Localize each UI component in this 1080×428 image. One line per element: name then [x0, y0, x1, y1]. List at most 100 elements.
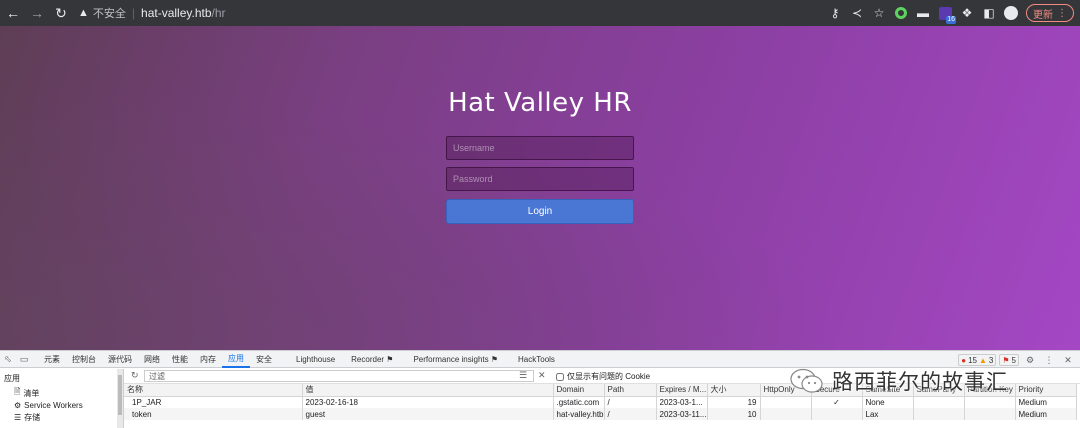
tab-hacktools[interactable]: HackTools [512, 351, 561, 368]
only-issues-label: 仅显示有问题的 Cookie [567, 372, 651, 381]
column-header[interactable]: Priority [1015, 384, 1077, 397]
inspect-element-icon[interactable]: ⬁ [0, 351, 16, 367]
key-icon[interactable]: ⚷ [824, 2, 846, 24]
errors-counter[interactable]: ● 15 ▲ 3 [958, 354, 997, 366]
flask-icon: ⚑ [386, 354, 394, 364]
tab-performance-insights[interactable]: Performance insights ⚑ [407, 351, 504, 368]
tab-network[interactable]: 网络 [138, 351, 166, 368]
cookie-secure [811, 408, 863, 420]
url-path: /hr [211, 6, 226, 20]
tab-performance[interactable]: 性能 [166, 351, 194, 368]
sidebar-item-label: Service Workers [24, 400, 83, 410]
device-toolbar-icon[interactable]: ▭ [16, 351, 32, 367]
puzzle-extensions-icon[interactable]: ❖ [956, 2, 978, 24]
issues-counter[interactable]: ⚑ 5 [999, 354, 1019, 366]
share-icon[interactable]: ≺ [846, 2, 868, 24]
tab-memory[interactable]: 内存 [194, 351, 222, 368]
cookie-value: guest [302, 408, 554, 420]
extension-green-ring-icon[interactable] [890, 2, 912, 24]
sidebar-item-storage[interactable]: ☰ 存储 [4, 411, 123, 423]
tab-sources[interactable]: 源代码 [102, 351, 138, 368]
cookie-httponly [760, 396, 812, 408]
clear-filtered-icon[interactable]: ☰ [519, 370, 527, 381]
url-host: hat-valley.htb [141, 6, 212, 20]
cookie-samesite: None [862, 396, 914, 408]
delete-icon[interactable]: ✕ [538, 370, 546, 381]
reload-icon[interactable]: ↻ [50, 2, 72, 24]
side-panel-icon[interactable]: ◧ [978, 2, 1000, 24]
close-devtools-icon[interactable]: ✕ [1060, 352, 1076, 368]
address-bar[interactable]: ▲ 不安全 | hat-valley.htb /hr [78, 2, 226, 24]
column-header[interactable]: 名称 [124, 384, 303, 397]
sidebar-item-label: 存储 [24, 412, 41, 422]
password-field[interactable] [446, 167, 634, 191]
cookie-value: 2023-02-16-18 [302, 396, 554, 408]
warning-icon: ▲ [78, 7, 89, 19]
settings-gear-icon[interactable]: ⚙ [1022, 352, 1038, 368]
cookie-priority: Medium [1015, 396, 1077, 408]
column-header[interactable]: Expires / M... [656, 384, 708, 397]
tab-application[interactable]: 应用 [222, 351, 250, 368]
wechat-logo-icon [790, 368, 824, 394]
database-icon: ☰ [14, 412, 22, 422]
only-issues-checkbox[interactable]: 仅显示有问题的 Cookie [556, 371, 650, 382]
column-header[interactable]: 值 [302, 384, 554, 397]
login-button[interactable]: Login [446, 199, 634, 224]
column-header[interactable]: Domain [553, 384, 605, 397]
sidebar-item-manifest[interactable]: 🗎 清单 [4, 387, 123, 399]
sidebar-scrollbar[interactable] [117, 369, 123, 428]
star-icon[interactable]: ☆ [868, 2, 890, 24]
column-header[interactable]: 大小 [707, 384, 761, 397]
cookie-expires: 2023-03-1... [656, 396, 708, 408]
tab-security[interactable]: 安全 [250, 351, 278, 368]
tab-performance-insights-label: Performance insights [413, 354, 489, 364]
only-issues-checkbox-input[interactable] [556, 372, 564, 381]
extension-mask-icon[interactable]: ▬ [912, 2, 934, 24]
document-icon: 🗎 [14, 387, 21, 396]
refresh-icon[interactable]: ↻ [131, 370, 139, 381]
gear-icon: ⚙ [14, 400, 22, 410]
more-options-icon[interactable]: ⋮ [1041, 352, 1057, 368]
table-row[interactable]: 1P_JAR 2023-02-16-18 .gstatic.com / 2023… [124, 396, 1077, 408]
page-title: Hat Valley HR [446, 88, 634, 118]
issues-count: 5 [1011, 355, 1016, 365]
cookie-partition-key [964, 396, 1016, 408]
cookie-domain: hat-valley.htb [553, 408, 605, 420]
tab-lighthouse[interactable]: Lighthouse [290, 351, 341, 368]
cookie-path: / [604, 396, 657, 408]
cookie-expires: 2023-03-11... [656, 408, 708, 420]
cookie-samesite: Lax [862, 408, 914, 420]
cookie-sameparty [913, 396, 965, 408]
filter-input[interactable] [144, 370, 534, 382]
tab-console[interactable]: 控制台 [66, 351, 102, 368]
extension-purple-icon[interactable]: 16 [934, 2, 956, 24]
warning-icon: ▲ [979, 355, 987, 365]
cookie-partition-key [964, 408, 1016, 420]
table-row[interactable]: token guest hat-valley.htb / 2023-03-11.… [124, 408, 1077, 420]
column-header[interactable]: Path [604, 384, 657, 397]
warnings-count: 3 [988, 355, 994, 365]
cookie-name: 1P_JAR [124, 396, 303, 408]
forward-arrow-icon[interactable]: → [26, 2, 48, 24]
cookie-path: / [604, 408, 657, 420]
application-sidebar: 应用 🗎 清单 ⚙ Service Workers ☰ 存储 [0, 369, 124, 428]
kebab-menu-icon: ⋮ [1057, 7, 1067, 19]
watermark: 路西菲尔的故事汇 [790, 366, 1008, 396]
browser-toolbar: ← → ↻ ▲ 不安全 | hat-valley.htb /hr ⚷ ≺ ☆ ▬… [0, 0, 1080, 26]
cookie-secure: ✓ [811, 396, 863, 408]
sidebar-item-service-workers[interactable]: ⚙ Service Workers [4, 399, 123, 411]
sidebar-heading: 应用 [4, 374, 20, 383]
insecure-label: 不安全 [92, 8, 126, 20]
profile-avatar-icon[interactable] [1000, 2, 1022, 24]
cookie-size: 19 [707, 396, 761, 408]
update-button[interactable]: 更新 ⋮ [1026, 4, 1074, 22]
cookie-priority: Medium [1015, 408, 1077, 420]
tab-elements[interactable]: 元素 [38, 351, 66, 368]
tab-recorder[interactable]: Recorder ⚑ [345, 351, 399, 368]
watermark-text: 路西菲尔的故事汇 [832, 370, 1008, 394]
address-separator: | [131, 6, 136, 20]
back-arrow-icon[interactable]: ← [2, 2, 24, 24]
extension-badge: 16 [946, 16, 956, 24]
update-label: 更新 [1033, 9, 1053, 21]
username-field[interactable] [446, 136, 634, 160]
